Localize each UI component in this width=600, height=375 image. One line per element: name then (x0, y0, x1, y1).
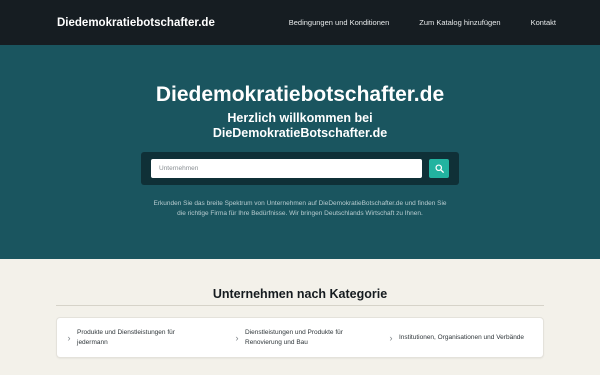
categories-title: Unternehmen nach Kategorie (212, 287, 388, 301)
category-item-renovation[interactable]: › Dienstleistungen und Produkte für Reno… (232, 318, 386, 357)
hero-description: Erkunden Sie das breite Spektrum von Unt… (120, 199, 480, 219)
chevron-right-icon: › (389, 332, 393, 343)
nav-link-terms[interactable]: Bedingungen und Konditionen (289, 18, 390, 27)
chevron-right-icon: › (235, 332, 239, 343)
category-label: Institutionen, Organisationen und Verbän… (399, 333, 524, 343)
search-button[interactable] (429, 159, 449, 178)
category-label: Produkte und Dienstleistungen für jederm… (77, 328, 175, 347)
search-input[interactable] (151, 159, 422, 178)
hero-section: Diedemokratiebotschafter.de Herzlich wil… (0, 45, 600, 259)
category-label-line1: Produkte und Dienstleistungen für (77, 329, 175, 336)
search-panel (141, 152, 459, 185)
category-label-line1: Dienstleistungen und Produkte für (245, 329, 343, 336)
hero-title: Diedemokratiebotschafter.de (155, 83, 445, 106)
nav-link-add-to-catalog[interactable]: Zum Katalog hinzufügen (419, 18, 500, 27)
hero-subtitle-line1: Herzlich willkommen bei (227, 111, 373, 125)
hero-subtitle-line2: DieDemokratieBotschafter.de (212, 126, 388, 140)
chevron-right-icon: › (67, 332, 71, 343)
nav-link-contact[interactable]: Kontakt (531, 18, 556, 27)
hero-description-line2: die richtige Firma für Ihre Bedürfnisse.… (177, 210, 423, 217)
category-label: Dienstleistungen und Produkte für Renovi… (245, 328, 343, 347)
category-label-line1: Institutionen, Organisationen und Verbän… (399, 333, 525, 341)
nav-links: Bedingungen und Konditionen Zum Katalog … (289, 18, 556, 27)
category-label-line2: jedermann (77, 338, 108, 346)
category-label-line2: Renovierung und Bau (245, 338, 308, 346)
brand-logo-text[interactable]: Diedemokratiebotschafter.de (57, 17, 215, 29)
hero-subtitle: Herzlich willkommen bei DieDemokratieBot… (0, 111, 600, 141)
search-icon (434, 164, 444, 173)
section-divider (56, 305, 544, 306)
category-item-institutions[interactable]: › Institutionen, Organisationen und Verb… (386, 318, 536, 357)
hero-description-line1: Erkunden Sie das breite Spektrum von Unt… (153, 200, 447, 207)
category-item-everyone[interactable]: › Produkte und Dienstleistungen für jede… (64, 318, 232, 357)
category-card: › Produkte und Dienstleistungen für jede… (57, 318, 543, 357)
top-navbar: Diedemokratiebotschafter.de Bedingungen … (0, 0, 600, 45)
